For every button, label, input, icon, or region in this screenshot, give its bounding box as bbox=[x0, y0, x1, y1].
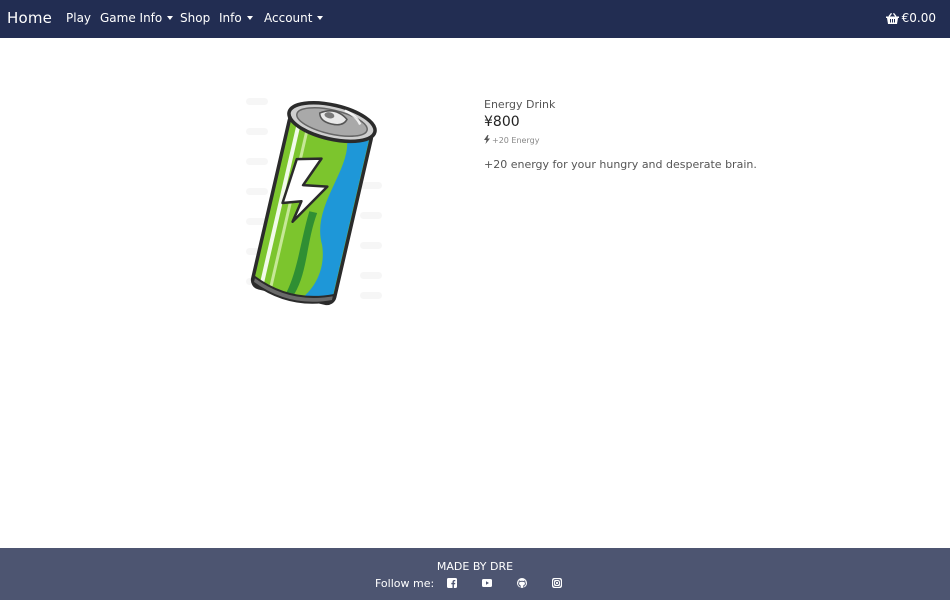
nav-account-label: Account bbox=[264, 11, 313, 25]
footer: MADE BY DRE Follow me: bbox=[0, 548, 950, 600]
nav-shop-label: Shop bbox=[180, 11, 211, 25]
product-name: Energy Drink bbox=[484, 98, 556, 111]
facebook-icon[interactable] bbox=[447, 578, 457, 588]
product-effect-tag: +20 Energy bbox=[484, 135, 804, 145]
nav-game-info-label: Game Info bbox=[100, 11, 163, 25]
made-by-text: MADE BY DRE bbox=[436, 560, 514, 573]
lightning-bolt-icon bbox=[484, 135, 490, 144]
nav-play[interactable]: Play bbox=[66, 11, 91, 25]
github-icon[interactable] bbox=[517, 578, 527, 588]
home-link[interactable]: Home bbox=[7, 9, 52, 27]
caret-down-icon bbox=[317, 16, 324, 20]
product-price: ¥800 bbox=[484, 114, 520, 130]
product-info: Energy Drink ¥800 +20 Energy +20 energy … bbox=[484, 98, 804, 171]
product-effect-text: +20 Energy bbox=[492, 136, 540, 145]
nav-shop[interactable]: Shop bbox=[180, 11, 210, 25]
basket-icon bbox=[885, 12, 899, 24]
cart-button[interactable]: €0.00 bbox=[885, 11, 936, 25]
nav-game-info-dropdown[interactable]: Game Info bbox=[100, 11, 174, 25]
instagram-icon[interactable] bbox=[552, 578, 562, 588]
nav-info-dropdown[interactable]: Info bbox=[219, 11, 253, 25]
navbar: Home Play Game Info Shop Info Account €0… bbox=[0, 0, 950, 38]
nav-info-label: Info bbox=[219, 11, 242, 25]
cart-total: €0.00 bbox=[901, 11, 936, 25]
youtube-icon[interactable] bbox=[482, 578, 492, 588]
follow-label: Follow me: bbox=[375, 577, 435, 590]
product-description: +20 energy for your hungry and desperate… bbox=[484, 158, 757, 171]
nav-account-dropdown[interactable]: Account bbox=[264, 11, 324, 25]
nav-play-label: Play bbox=[66, 11, 92, 25]
caret-down-icon bbox=[246, 16, 253, 20]
energy-drink-image bbox=[246, 98, 382, 306]
caret-down-icon bbox=[167, 16, 174, 20]
